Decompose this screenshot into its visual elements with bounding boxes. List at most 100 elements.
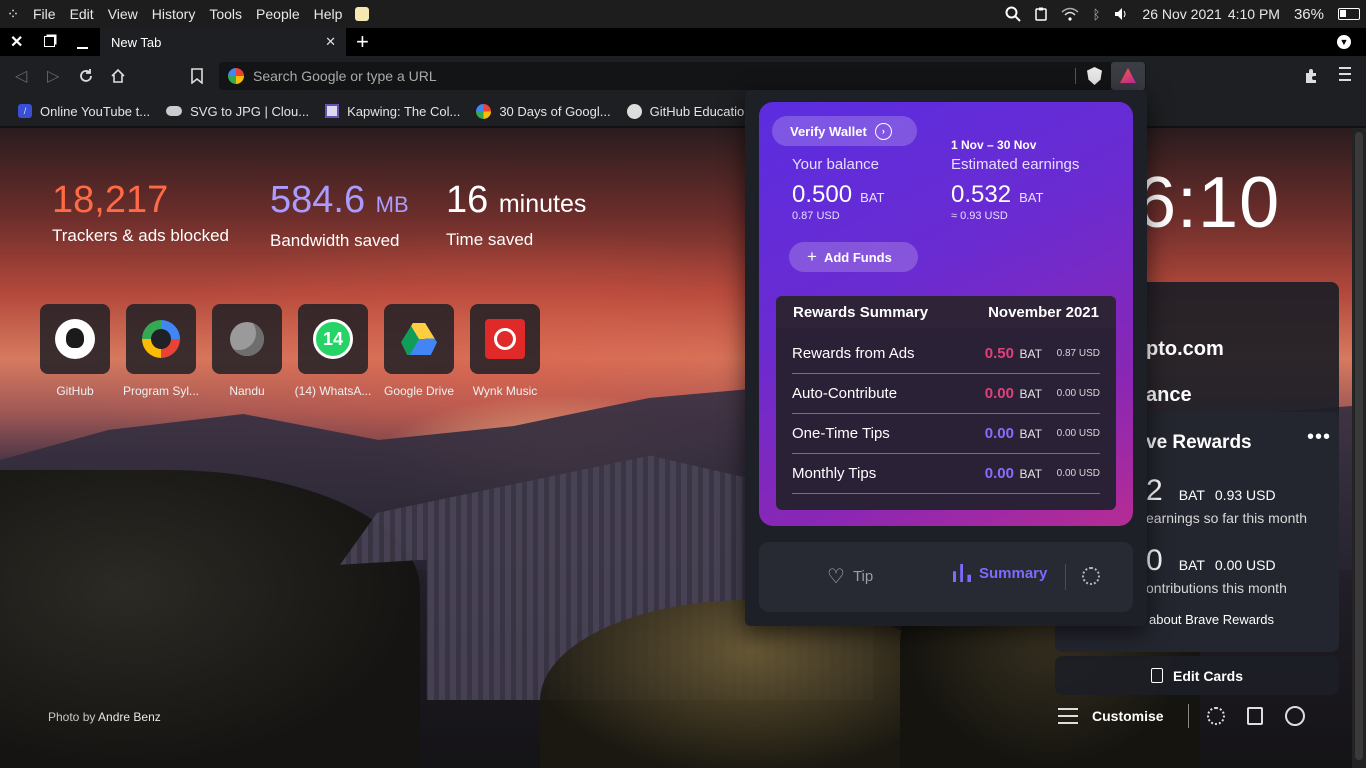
balance-unit: BAT: [860, 190, 885, 205]
top-site-program[interactable]: Program Syl...: [123, 304, 199, 398]
bookmark-item[interactable]: SVG to JPG | Clou...: [158, 96, 317, 126]
summary-row-ads: Rewards from Ads 0.50 BAT 0.87 USD: [792, 334, 1100, 374]
verify-wallet-button[interactable]: Verify Wallet ›: [772, 116, 917, 146]
about-rewards-link[interactable]: about Brave Rewards: [1149, 612, 1274, 627]
top-site-whatsapp[interactable]: 14 (14) WhatsA...: [295, 304, 371, 398]
summary-row-unit: BAT: [1019, 386, 1042, 401]
menu-file[interactable]: File: [26, 0, 63, 28]
settings-icon[interactable]: [1206, 707, 1225, 725]
reload-icon[interactable]: [78, 68, 94, 84]
contributions-usd: 0.00 USD: [1214, 557, 1276, 573]
top-site-wynk[interactable]: Wynk Music: [470, 304, 540, 398]
bookmarks-icon[interactable]: [1246, 707, 1263, 725]
browser-toolbar: ◁ ▷ Search Google or type a URL: [0, 56, 1366, 96]
summary-row-value: 0.50: [984, 345, 1014, 362]
balance-usd: 0.87 USD: [792, 210, 840, 222]
top-site-tile[interactable]: [384, 304, 454, 374]
settings-icon[interactable]: [1082, 567, 1100, 585]
apps-menu-icon[interactable]: ⁘: [0, 5, 26, 23]
back-icon[interactable]: ◁: [15, 66, 27, 86]
restore-window-icon[interactable]: [44, 36, 55, 47]
menu-view[interactable]: View: [101, 0, 145, 28]
top-site-google-drive[interactable]: Google Drive: [384, 304, 454, 398]
top-site-tile[interactable]: [212, 304, 282, 374]
bookmark-item[interactable]: / Online YouTube t...: [10, 96, 158, 126]
menu-history[interactable]: History: [145, 0, 203, 28]
top-site-tile[interactable]: 14: [298, 304, 368, 374]
close-tab-icon[interactable]: ✕: [325, 34, 336, 50]
tip-button[interactable]: ♡ Tip: [827, 564, 873, 589]
menu-help[interactable]: Help: [307, 0, 350, 28]
brave-rewards-icon[interactable]: [1111, 62, 1145, 90]
bookmark-icon[interactable]: [191, 68, 203, 84]
bookmark-item[interactable]: 30 Days of Googl...: [468, 96, 618, 126]
new-tab-icon[interactable]: +: [356, 29, 369, 55]
bandwidth-unit: MB: [375, 192, 409, 217]
volume-icon[interactable]: [1114, 7, 1128, 21]
tab-search-icon[interactable]: ▼: [1337, 35, 1351, 49]
top-site-label: (14) WhatsA...: [294, 384, 372, 398]
contributions-value: 0: [1146, 544, 1163, 577]
summary-row-value: 0.00: [984, 425, 1014, 442]
menu-people[interactable]: People: [249, 0, 307, 28]
extensions-icon[interactable]: [1303, 68, 1319, 84]
add-funds-button[interactable]: + Add Funds: [789, 242, 918, 272]
rewards-popup: Verify Wallet › Your balance 0.500 BAT 0…: [745, 90, 1147, 626]
minimize-window-icon[interactable]: [77, 47, 88, 49]
tip-label: Tip: [852, 568, 874, 585]
date: 26 Nov 2021: [1142, 6, 1222, 22]
bookmark-item[interactable]: Kapwing: The Col...: [317, 96, 468, 126]
earnings-period: 1 Nov – 30 Nov: [951, 138, 1037, 152]
bookmark-label: GitHub Educatio: [649, 103, 745, 119]
photo-credit-author[interactable]: Andre Benz: [98, 710, 161, 724]
menu-icon[interactable]: [1339, 67, 1351, 81]
brave-shields-icon[interactable]: [1087, 67, 1102, 85]
top-site-tile[interactable]: [126, 304, 196, 374]
edit-cards-label: Edit Cards: [1172, 667, 1243, 684]
summary-row-monthly-tips: Monthly Tips 0.00 BAT 0.00 USD: [792, 454, 1100, 494]
customise-button[interactable]: Customise: [1092, 708, 1164, 724]
menu-edit[interactable]: Edit: [63, 0, 101, 28]
summary-button[interactable]: Summary: [953, 564, 1047, 582]
customise-bar: Customise: [1056, 702, 1346, 730]
address-bar[interactable]: Search Google or type a URL: [219, 62, 1146, 90]
tab-new-tab[interactable]: New Tab ✕: [100, 28, 346, 56]
clipboard-icon[interactable]: [1034, 7, 1047, 21]
page-scrollbar[interactable]: [1352, 128, 1366, 768]
wifi-icon[interactable]: [1061, 7, 1079, 21]
github-icon: [55, 319, 95, 359]
time-unit: minutes: [498, 190, 587, 218]
menu-tools[interactable]: Tools: [202, 0, 249, 28]
customise-icon[interactable]: [1058, 708, 1078, 724]
search-icon[interactable]: [1005, 6, 1021, 22]
photo-credit: Photo by Andre Benz: [48, 710, 161, 724]
top-site-nandu[interactable]: Nandu: [212, 304, 282, 398]
top-site-tile[interactable]: [470, 304, 540, 374]
binance-widget-title[interactable]: ance: [1146, 384, 1192, 407]
address-input[interactable]: Search Google or type a URL: [253, 68, 437, 84]
top-site-tile[interactable]: [40, 304, 110, 374]
crypto-widget-title[interactable]: pto.com: [1146, 338, 1224, 361]
more-options-icon[interactable]: •••: [1307, 426, 1331, 449]
top-site-github[interactable]: GitHub: [40, 304, 110, 398]
history-icon[interactable]: [1284, 706, 1305, 726]
google-icon: [228, 68, 244, 84]
forward-icon[interactable]: ▷: [47, 66, 59, 86]
edit-cards-button[interactable]: Edit Cards: [1055, 656, 1339, 695]
summary-row-label: One-Time Tips: [792, 425, 890, 442]
divider: [1187, 704, 1189, 728]
datetime[interactable]: 26 Nov 2021 4:10 PM: [1142, 6, 1280, 22]
top-site-label: Program Syl...: [122, 384, 200, 398]
close-window-icon[interactable]: ✕: [10, 32, 23, 52]
notes-app-icon[interactable]: [355, 7, 370, 21]
home-icon[interactable]: [110, 68, 126, 84]
contributions-unit: BAT: [1178, 557, 1205, 573]
stat-time: 16 minutes Time saved: [446, 180, 586, 250]
bluetooth-icon[interactable]: ᛒ: [1093, 7, 1101, 22]
youtube-converter-icon: /: [18, 104, 32, 118]
bookmark-item[interactable]: GitHub Educatio: [619, 96, 753, 126]
battery-icon[interactable]: [1338, 8, 1360, 20]
estimated-earnings-usd: ≈ 0.93 USD: [951, 210, 1008, 222]
balance-label: Your balance: [792, 156, 880, 173]
scrollbar-thumb[interactable]: [1355, 132, 1363, 760]
